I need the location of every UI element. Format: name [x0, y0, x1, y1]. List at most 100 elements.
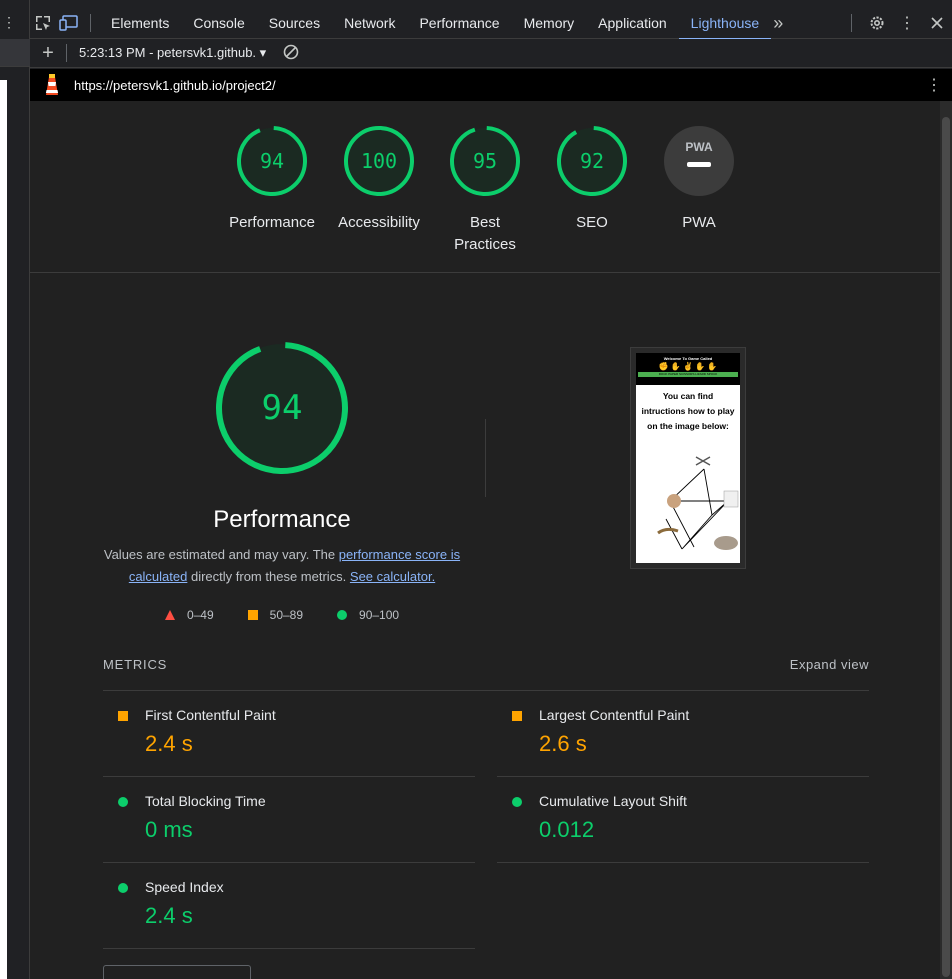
tab-sources[interactable]: Sources	[257, 8, 332, 39]
gauge-performance[interactable]: 94 Performance	[222, 125, 322, 234]
hand-emoji-icons: ✊ ✋ ✌ ✋ ✋	[658, 362, 718, 371]
average-square-icon	[247, 610, 258, 620]
report-selector[interactable]: 5:23:13 PM - petersvk1.github. ▾	[79, 45, 266, 61]
metrics-header: METRICS Expand view	[103, 657, 869, 691]
gauge-label: PWA	[682, 214, 716, 231]
metric-name: Largest Contentful Paint	[539, 707, 690, 723]
more-tabs-icon[interactable]: »	[773, 13, 783, 34]
metrics-heading: METRICS	[103, 657, 168, 672]
metric-value: 2.4 s	[145, 731, 193, 756]
performance-description: Values are estimated and may vary. The p…	[102, 544, 462, 588]
performance-gauge-ring: 94	[216, 342, 348, 474]
gauge-label: SEO	[576, 214, 608, 231]
page-tab-stub	[0, 39, 30, 67]
performance-gauge-large: 94	[102, 341, 462, 480]
gauge-score: 92	[580, 149, 604, 173]
metric-lcp: Largest Contentful Paint 2.6 s	[497, 691, 869, 777]
metric-fcp: First Contentful Paint 2.4 s	[103, 691, 475, 777]
tab-performance[interactable]: Performance	[407, 8, 511, 39]
screenshot-text: You can find intructions how to play on …	[641, 391, 735, 431]
gauge-best-practices[interactable]: 95 Best Practices	[435, 125, 535, 256]
gauge-pwa[interactable]: PWA PWA	[649, 125, 749, 234]
gauge-score: 100	[361, 149, 397, 173]
tab-memory[interactable]: Memory	[512, 8, 587, 39]
report-url[interactable]: https://petersvk1.github.io/project2/	[74, 78, 276, 93]
close-icon[interactable]	[924, 11, 950, 35]
devtools-panel: Elements Console Sources Network Perform…	[30, 0, 952, 979]
final-screenshot[interactable]: Welcome To Game Called ✊ ✋ ✌ ✋ ✋ ROCK PA…	[630, 347, 746, 569]
clear-all-icon[interactable]	[282, 43, 300, 64]
screenshot-header-bar: Welcome To Game Called ✊ ✋ ✌ ✋ ✋ ROCK PA…	[636, 353, 740, 385]
report-url-bar: https://petersvk1.github.io/project2/ ⋮	[30, 69, 952, 101]
metric-value: 0 ms	[145, 817, 193, 842]
vertical-divider	[485, 419, 486, 497]
gauge-ring: 95	[450, 126, 520, 196]
metric-value: 2.6 s	[539, 731, 587, 756]
tab-console[interactable]: Console	[181, 8, 256, 39]
gauge-accessibility[interactable]: 100 Accessibility	[329, 125, 429, 234]
metric-value: 0.012	[539, 817, 595, 842]
desc-text: directly from these metrics.	[187, 569, 350, 584]
scrollbar[interactable]	[940, 101, 952, 979]
metric-tbt: Total Blocking Time 0 ms	[103, 777, 475, 863]
more-vertical-icon[interactable]: ⋮	[2, 14, 16, 31]
more-options-icon[interactable]: ⋮	[894, 11, 920, 35]
inspect-element-icon[interactable]	[30, 11, 56, 35]
metric-speed-index: Speed Index 2.4 s	[103, 863, 475, 949]
tab-elements[interactable]: Elements	[99, 8, 181, 39]
gauge-score: 94	[260, 149, 284, 173]
metric-name: Speed Index	[145, 879, 224, 895]
pass-circle-icon	[337, 610, 348, 620]
gauge-score: 95	[473, 149, 497, 173]
gauge-label: Accessibility	[338, 214, 420, 231]
pwa-badge-icon: PWA	[664, 126, 734, 196]
gauge-label: Best Practices	[454, 214, 516, 253]
legend-pass: 90–100	[359, 608, 400, 622]
toolbar-divider	[90, 14, 91, 32]
desc-text: Values are estimated and may vary. The	[103, 547, 339, 562]
average-square-icon	[118, 711, 128, 721]
new-report-plus-icon[interactable]: +	[30, 42, 66, 65]
gauge-ring: 92	[557, 126, 627, 196]
lighthouse-report: 94 Performance 100 Accessibility 95 Best…	[30, 101, 940, 979]
average-square-icon	[512, 711, 522, 721]
report-menu-icon[interactable]: ⋮	[926, 75, 942, 95]
metric-cls: Cumulative Layout Shift 0.012	[497, 777, 869, 863]
performance-title: Performance	[213, 506, 351, 533]
settings-gear-icon[interactable]	[864, 11, 890, 35]
category-summary: 94 Performance 100 Accessibility 95 Best…	[30, 101, 940, 273]
page-viewport	[0, 80, 7, 979]
device-toolbar-icon[interactable]	[56, 11, 82, 35]
pass-circle-icon	[118, 883, 128, 893]
see-calculator-link[interactable]: See calculator.	[350, 569, 435, 584]
toolbar-divider	[851, 14, 852, 32]
scrollbar-thumb[interactable]	[942, 117, 950, 977]
lighthouse-logo-icon	[30, 73, 74, 97]
tab-application[interactable]: Application	[586, 8, 679, 39]
toolbar-divider	[66, 44, 67, 62]
gauge-label: Performance	[229, 214, 315, 231]
legend-fail: 0–49	[186, 608, 214, 622]
metric-name: Total Blocking Time	[145, 793, 266, 809]
legend-average: 50–89	[269, 608, 304, 622]
score-legend: 0–49 50–89 90–100	[102, 608, 462, 622]
report-selector-label: 5:23:13 PM - petersvk1.github.	[79, 45, 257, 60]
pwa-badge-text: PWA	[685, 140, 713, 154]
fail-triangle-icon	[164, 610, 175, 620]
page-viewport-strip: ⋮	[0, 0, 30, 979]
metric-name: Cumulative Layout Shift	[539, 793, 687, 809]
rpsls-diagram-icon	[657, 456, 739, 550]
gauge-ring: 94	[237, 126, 307, 196]
expand-view-toggle[interactable]: Expand view	[790, 657, 869, 690]
performance-score: 94	[262, 388, 303, 428]
view-treemap-button[interactable]	[103, 965, 251, 979]
lighthouse-toolbar: + 5:23:13 PM - petersvk1.github. ▾	[30, 39, 952, 68]
gauge-seo[interactable]: 92 SEO	[542, 125, 642, 234]
metric-value: 2.4 s	[145, 903, 193, 928]
screenshot-image: Welcome To Game Called ✊ ✋ ✌ ✋ ✋ ROCK PA…	[636, 353, 740, 563]
tab-lighthouse[interactable]: Lighthouse	[678, 8, 772, 40]
gauge-ring: 100	[344, 126, 414, 196]
tab-network[interactable]: Network	[332, 8, 407, 39]
devtools-tabbar: Elements Console Sources Network Perform…	[30, 8, 952, 40]
metric-name: First Contentful Paint	[145, 707, 276, 723]
